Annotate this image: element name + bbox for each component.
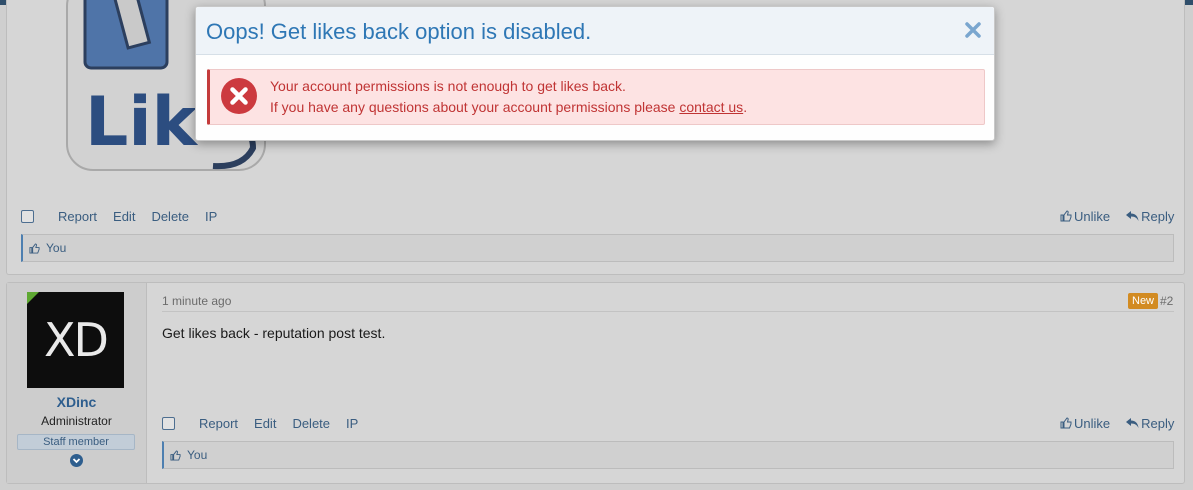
error-message-suffix: . <box>743 99 748 115</box>
post-1-actions: Report Edit Delete IP <box>21 206 233 226</box>
likes-user-link[interactable]: You <box>46 241 66 255</box>
reply-icon <box>1126 418 1139 428</box>
post-header-divider <box>162 311 1174 312</box>
post-select-checkbox[interactable] <box>21 209 34 223</box>
post-1-actions-right: Unlike Reply <box>1060 206 1174 226</box>
error-x-icon <box>221 78 257 114</box>
post-time[interactable]: 1 minute ago <box>162 294 231 308</box>
error-message-prefix: If you have any questions about your acc… <box>270 99 680 115</box>
post-select-checkbox[interactable] <box>162 416 175 430</box>
reply-link[interactable]: Reply <box>1126 416 1174 431</box>
post-2: XD XDinc Administrator Staff member 1 mi… <box>6 282 1185 484</box>
new-badge: New <box>1128 293 1159 309</box>
thumbs-up-icon <box>1060 210 1072 222</box>
post-number[interactable]: #2 <box>1160 294 1173 308</box>
contact-us-link[interactable]: contact us <box>679 99 743 115</box>
reply-link[interactable]: Reply <box>1126 209 1174 224</box>
unlike-link[interactable]: Unlike <box>1060 416 1110 431</box>
unlike-label: Unlike <box>1074 415 1111 431</box>
avatar[interactable]: XD <box>27 292 124 388</box>
likes-bar: You <box>21 234 1174 262</box>
user-title: Administrator <box>41 414 112 428</box>
online-indicator <box>27 292 39 304</box>
report-link[interactable]: Report <box>199 416 238 431</box>
edit-link[interactable]: Edit <box>113 209 135 224</box>
chevron-down-icon[interactable] <box>70 454 83 467</box>
thumbs-up-icon <box>29 242 40 254</box>
post-2-actions-right: Unlike Reply <box>1060 413 1174 433</box>
reply-icon <box>1126 211 1139 221</box>
user-panel: XD XDinc Administrator Staff member <box>7 283 147 483</box>
reply-label: Reply <box>1141 208 1175 224</box>
edit-link[interactable]: Edit <box>254 416 276 431</box>
delete-link[interactable]: Delete <box>151 209 189 224</box>
unlike-label: Unlike <box>1074 208 1111 224</box>
likes-user-link[interactable]: You <box>187 448 207 462</box>
ip-link[interactable]: IP <box>346 416 358 431</box>
likes-bar: You <box>162 441 1174 469</box>
username-link[interactable]: XDinc <box>7 394 146 410</box>
error-message-line2: If you have any questions about your acc… <box>270 99 747 115</box>
modal-title: Oops! Get likes back option is disabled. <box>206 19 592 44</box>
ip-link[interactable]: IP <box>205 209 217 224</box>
thumbs-up-icon <box>170 449 181 461</box>
report-link[interactable]: Report <box>58 209 97 224</box>
post-2-actions: Report Edit Delete IP <box>162 413 374 433</box>
error-message-line1: Your account permissions is not enough t… <box>270 78 626 94</box>
like-image-text: Lik <box>85 83 199 162</box>
delete-link[interactable]: Delete <box>292 416 330 431</box>
modal-header: Oops! Get likes back option is disabled. <box>196 7 994 55</box>
thumbs-up-icon <box>1060 417 1072 429</box>
close-icon[interactable] <box>964 21 982 39</box>
staff-badge: Staff member <box>17 434 135 450</box>
post-body: Get likes back - reputation post test. <box>162 325 386 341</box>
error-alert: Your account permissions is not enough t… <box>207 69 985 125</box>
error-modal: Oops! Get likes back option is disabled.… <box>195 6 995 141</box>
avatar-text: XD <box>44 313 109 367</box>
reply-label: Reply <box>1141 415 1175 431</box>
unlike-link[interactable]: Unlike <box>1060 209 1110 224</box>
